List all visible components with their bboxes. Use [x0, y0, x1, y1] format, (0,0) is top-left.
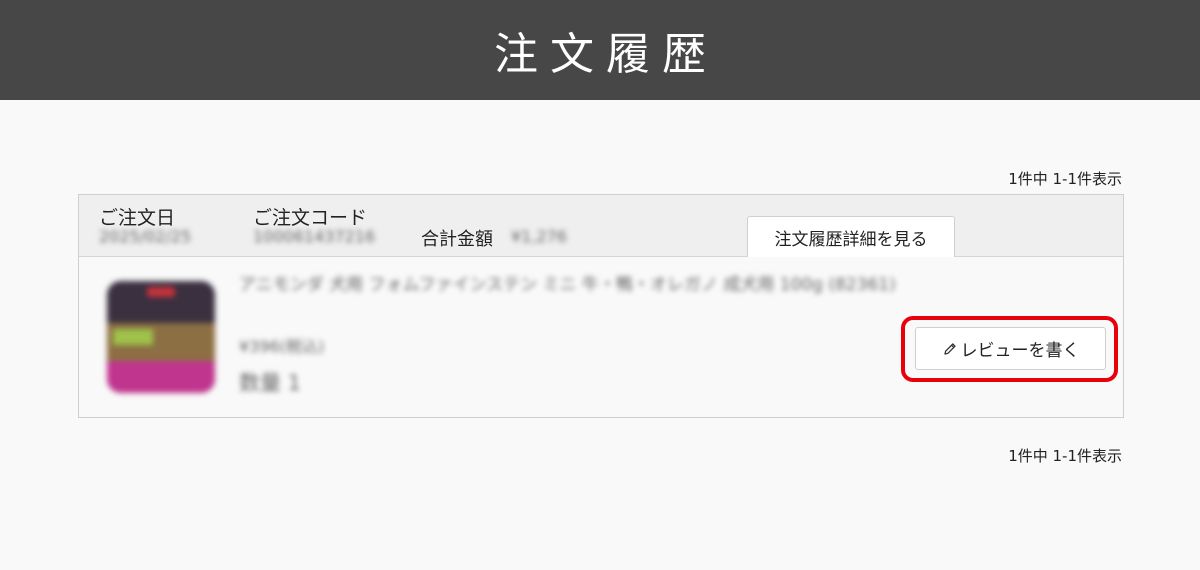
order-card: ご注文日 2025/02/25 ご注文コード 100061437216 合計金額…: [78, 194, 1124, 418]
pencil-icon: [942, 341, 958, 357]
result-count-top: 1件中 1-1件表示: [1008, 170, 1122, 188]
page-header: 注文履歴: [0, 0, 1200, 100]
order-code-value: 100061437216: [253, 227, 376, 246]
order-detail-button[interactable]: 注文履歴詳細を見る: [747, 216, 955, 257]
product-quantity: 数量 1: [239, 371, 302, 395]
order-code-label: ご注文コード: [253, 207, 368, 229]
product-image-label: [113, 329, 153, 345]
product-image-band: [107, 361, 215, 393]
order-total-value: ¥1,276: [511, 227, 567, 246]
write-review-button[interactable]: レビューを書く: [915, 327, 1106, 370]
result-count-bottom: 1件中 1-1件表示: [1008, 447, 1122, 465]
product-image[interactable]: [107, 281, 215, 393]
product-image-logo: [147, 287, 175, 297]
order-total-label: 合計金額: [421, 229, 493, 250]
product-price: ¥396(税込): [239, 337, 325, 356]
order-date-value: 2025/02/25: [99, 227, 192, 246]
page-title: 注文履歴: [494, 29, 718, 80]
write-review-label: レビューを書く: [960, 341, 1080, 361]
product-name[interactable]: アニモンダ 犬用 フォムファインステン ミニ 牛・鴨・オレガノ 成犬用 100g…: [239, 275, 919, 295]
order-date-label: ご注文日: [99, 207, 176, 229]
order-header: ご注文日 2025/02/25 ご注文コード 100061437216 合計金額…: [79, 195, 1123, 257]
